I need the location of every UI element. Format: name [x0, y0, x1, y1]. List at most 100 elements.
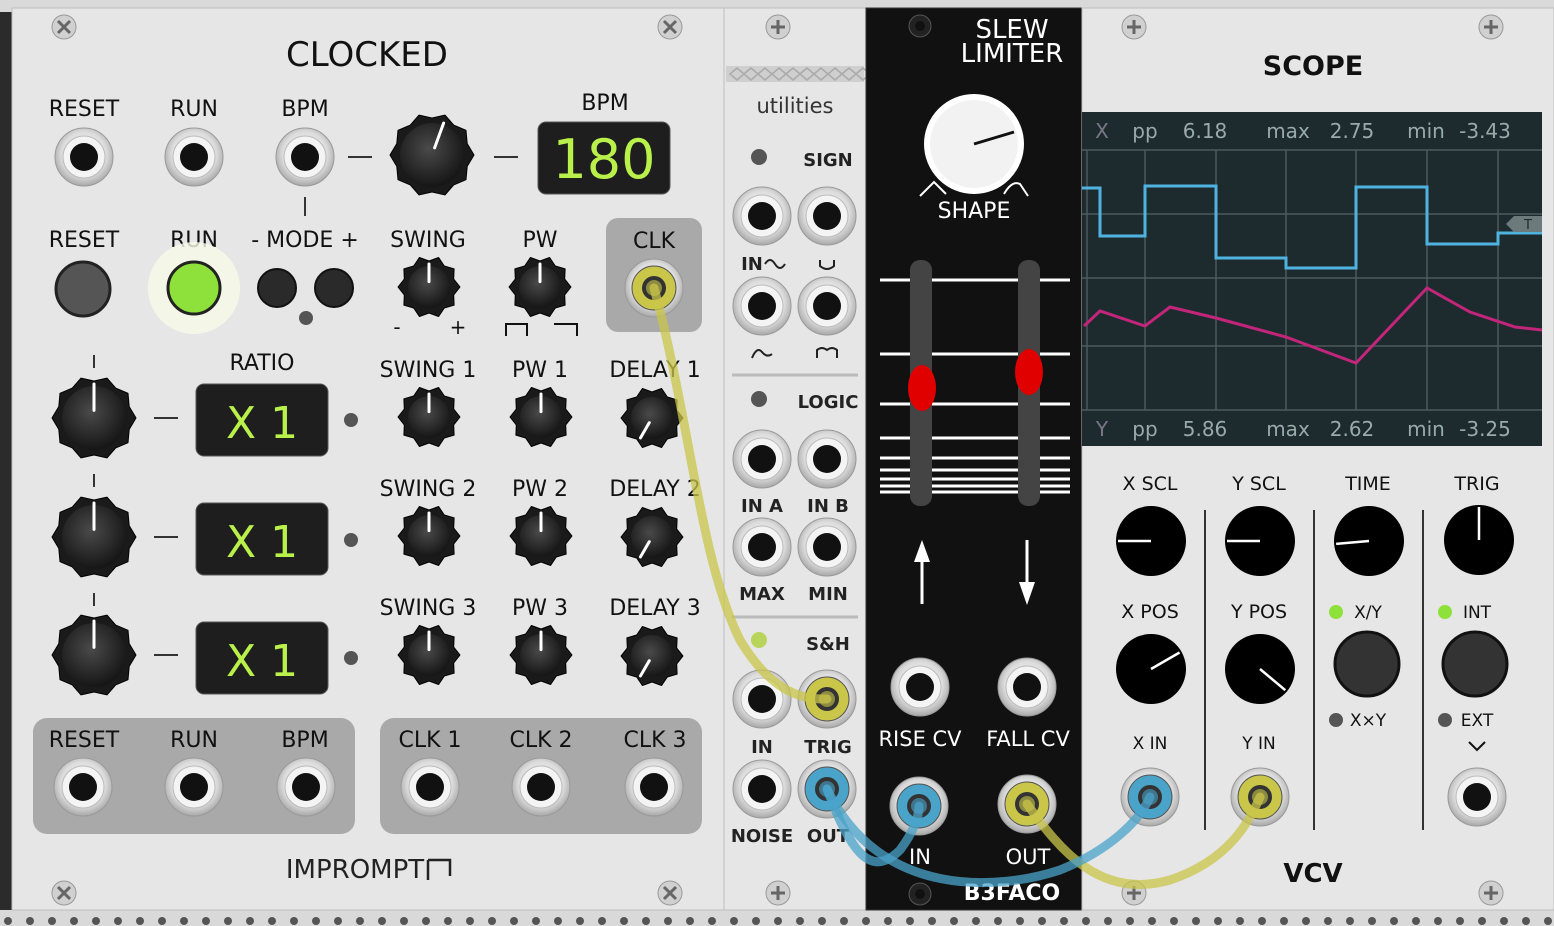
run-input-jack[interactable]: [164, 127, 224, 187]
mode-led: [299, 311, 313, 325]
max-label: MAX: [739, 584, 785, 605]
x-pp-label: pp: [1132, 119, 1157, 143]
x-max-label: max: [1266, 119, 1310, 143]
swing-label: SWING: [390, 228, 466, 253]
sign-label: SIGN: [803, 150, 853, 171]
run-button[interactable]: [166, 260, 222, 316]
y-min-label: min: [1407, 417, 1445, 441]
sh-in-label: IN: [751, 737, 773, 758]
in-b-label: IN B: [807, 496, 849, 517]
mode-label: - MODE +: [251, 228, 359, 253]
sign-led: [751, 149, 767, 165]
x-pos-knob[interactable]: [1116, 634, 1186, 704]
reset-button[interactable]: [54, 260, 112, 318]
slew-in-label: IN: [909, 845, 931, 869]
clk3-output-label: CLK 3: [623, 728, 686, 753]
time-knob[interactable]: [1334, 506, 1404, 576]
swing-3-label: SWING 3: [380, 596, 477, 621]
bpm-display-label: BPM: [581, 91, 628, 116]
y-max-value: 2.62: [1330, 417, 1375, 441]
clk-output-label: CLK: [633, 229, 676, 254]
x-scl-knob[interactable]: [1116, 506, 1186, 576]
bpm-output-jack[interactable]: [276, 757, 336, 817]
swing-plus-label: +: [450, 315, 467, 339]
reset-output-label: RESET: [49, 728, 120, 753]
mode-plus-button[interactable]: [314, 268, 354, 308]
bpm-output-label: BPM: [281, 728, 328, 753]
sign-pos-output-jack[interactable]: [732, 276, 792, 336]
sh-input-jack[interactable]: [732, 669, 792, 729]
rise-slider-handle[interactable]: [908, 365, 936, 411]
pw-1-label: PW 1: [512, 358, 568, 383]
logic-max-jack[interactable]: [732, 517, 792, 577]
clocked-module: CLOCKED RESET RUN BPM BPM 180 RESET RUN …: [11, 7, 725, 911]
scope-display: [1082, 112, 1542, 446]
y-scl-label: Y SCL: [1231, 473, 1286, 495]
delay-2-label: DELAY 2: [609, 477, 700, 502]
mode-minus-button[interactable]: [257, 268, 297, 308]
x-pos-label: X POS: [1121, 601, 1179, 623]
y-pp-value: 5.86: [1183, 417, 1228, 441]
fall-cv-label: FALL CV: [986, 727, 1070, 751]
in-a-label: IN A: [741, 496, 783, 517]
noise-output-jack[interactable]: [732, 759, 792, 819]
shape-label: SHAPE: [938, 199, 1011, 224]
logic-in-b-jack[interactable]: [797, 429, 857, 489]
reset-input-jack[interactable]: [54, 127, 114, 187]
slew-out-label: OUT: [1006, 845, 1051, 869]
x-min-value: -3.43: [1459, 119, 1511, 143]
xy-mode-led: [1329, 605, 1343, 619]
clk2-output-label: CLK 2: [509, 728, 572, 753]
swing-2-label: SWING 2: [380, 477, 477, 502]
rise-cv-label: RISE CV: [878, 727, 962, 751]
reset-output-jack[interactable]: [53, 757, 113, 817]
y-min-value: -3.25: [1459, 417, 1511, 441]
swing-1-label: SWING 1: [380, 358, 477, 383]
sign-neg-output-jack[interactable]: [797, 276, 857, 336]
sign-full-output-jack[interactable]: [797, 186, 857, 246]
ext-trig-led: [1438, 713, 1452, 727]
xy-mode-button[interactable]: [1333, 630, 1401, 698]
rise-cv-jack[interactable]: [890, 657, 950, 717]
clk2-output-jack[interactable]: [511, 757, 571, 817]
trig-label: TRIG: [1453, 473, 1499, 495]
scope-trig-in-jack[interactable]: [1447, 767, 1507, 827]
scope-title: SCOPE: [1263, 51, 1363, 82]
y-max-label: max: [1266, 417, 1310, 441]
run-output-jack[interactable]: [164, 757, 224, 817]
vcv-logo: VCV: [1283, 859, 1342, 889]
fall-cv-jack[interactable]: [997, 657, 1057, 717]
ratio-label: RATIO: [230, 351, 295, 376]
pw-label: PW: [522, 228, 557, 253]
y-pp-label: pp: [1132, 417, 1157, 441]
trig-knob[interactable]: [1444, 505, 1514, 575]
y-pos-knob[interactable]: [1225, 634, 1295, 704]
logic-min-jack[interactable]: [797, 517, 857, 577]
sign-input-jack[interactable]: [732, 186, 792, 246]
trigger-marker-label: T: [1523, 218, 1532, 233]
utilities-module: utilities SIGN IN LOGIC IN A IN B MAX MI…: [723, 7, 872, 911]
bpm-value: 180: [552, 128, 655, 191]
utilities-header-strip: [726, 66, 864, 82]
fall-slider-handle[interactable]: [1015, 349, 1043, 395]
slew-title-2: LIMITER: [961, 39, 1064, 69]
xy-mode-label: X/Y: [1354, 603, 1382, 623]
x-channel-label: X: [1095, 119, 1109, 143]
utilities-title: utilities: [757, 94, 834, 118]
logic-in-a-jack[interactable]: [732, 429, 792, 489]
sh-label: S&H: [806, 634, 850, 655]
reset-input-label: RESET: [49, 97, 120, 122]
xxy-mode-label: X×Y: [1350, 711, 1387, 731]
y-scl-knob[interactable]: [1225, 506, 1295, 576]
pw-3-label: PW 3: [512, 596, 568, 621]
time-label: TIME: [1344, 473, 1391, 495]
run-output-label: RUN: [170, 728, 218, 753]
clk3-output-jack[interactable]: [624, 757, 684, 817]
clk1-output-label: CLK 1: [398, 728, 461, 753]
clk1-output-jack[interactable]: [400, 757, 460, 817]
ratio-value-3: X 1: [226, 636, 298, 687]
bpm-input-jack[interactable]: [275, 127, 335, 187]
scope-module: SCOPE X pp 6.18 max 2.75 min -3.43 Y pp …: [1081, 7, 1554, 911]
y-in-label: Y IN: [1241, 734, 1276, 754]
trig-source-button[interactable]: [1441, 630, 1509, 698]
